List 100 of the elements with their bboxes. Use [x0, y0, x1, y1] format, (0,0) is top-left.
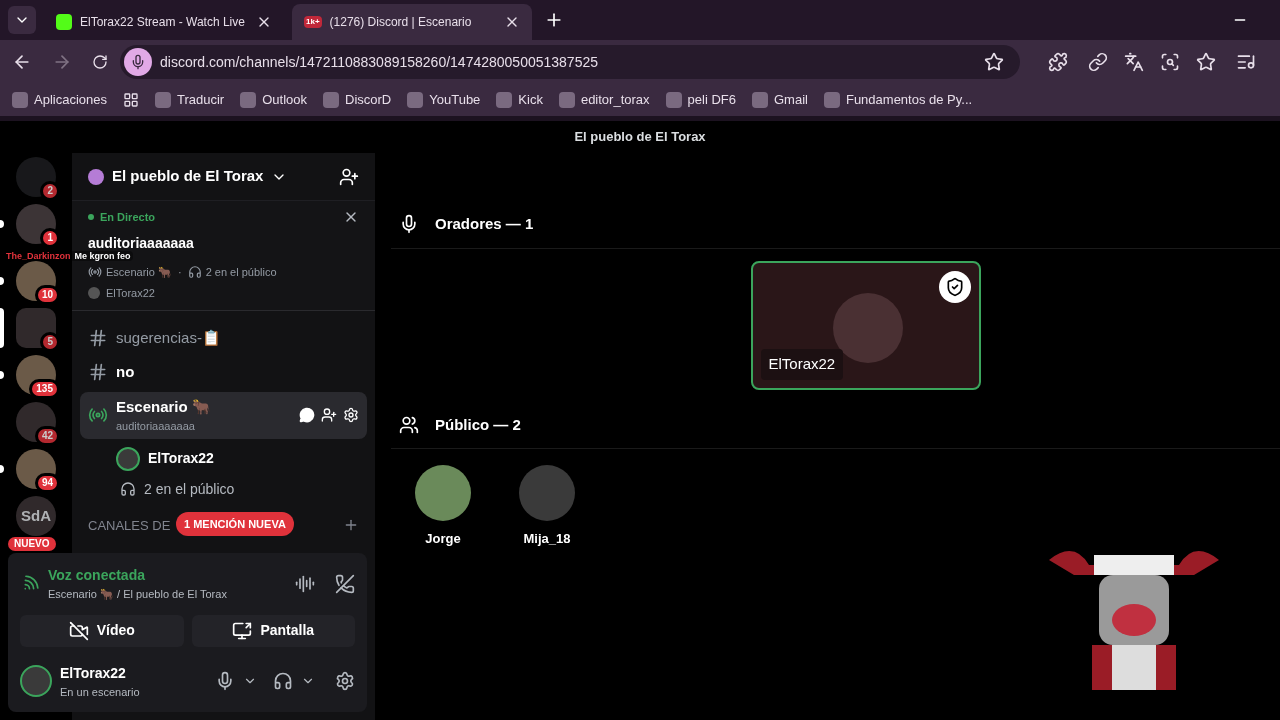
- reload-icon[interactable]: [92, 54, 108, 70]
- live-status: En Directo: [100, 210, 155, 225]
- user-status: En un escenario: [60, 684, 141, 700]
- mention-pill[interactable]: 1 MENCIÓN NUEVA: [176, 511, 294, 536]
- url-text: discord.com/channels/1472110883089158260/1474280050051387525: [160, 52, 599, 72]
- unread-count-badge: 10: [34, 285, 60, 305]
- stage-icon: [88, 264, 102, 279]
- channel-item[interactable]: Escenario 🐂 auditoriaaaaaaa: [80, 391, 367, 439]
- avatar: [116, 446, 140, 471]
- chat-message-label: Me kgron feo: [74, 251, 131, 261]
- channel-name: Escenario 🐂: [116, 396, 212, 417]
- headphones-icon: [120, 481, 136, 497]
- channel-topic: auditoriaaaaaaa: [116, 419, 196, 434]
- extensions-icon[interactable]: [1048, 52, 1068, 72]
- unread-count-badge: 1: [40, 228, 60, 248]
- separator-dot: ·: [178, 264, 182, 280]
- avatar-icon: [88, 287, 100, 300]
- unread-count-badge: 2: [40, 181, 60, 201]
- video-button[interactable]: Vídeo: [20, 614, 184, 647]
- microphone-icon: [399, 214, 419, 235]
- browser-tab[interactable]: 1k+ (1276) Discord | Escenario: [292, 4, 532, 40]
- favorites-icon[interactable]: [1196, 52, 1216, 72]
- tab-title: ElTorax22 Stream - Watch Live: [80, 14, 246, 31]
- hash-icon: [88, 362, 108, 383]
- user-name: ElTorax22: [60, 663, 127, 683]
- stage-name: Escenario 🐂: [106, 264, 172, 280]
- settings-icon[interactable]: [335, 671, 355, 692]
- bookmark-link[interactable]: Aplicaciones: [12, 90, 107, 110]
- voice-location[interactable]: Escenario 🐂 / El pueblo de El Torax: [48, 586, 287, 603]
- unread-pill: [0, 371, 4, 379]
- bookmark-link[interactable]: Kick: [496, 90, 543, 110]
- unread-count-badge: 5: [40, 332, 60, 352]
- invite-icon[interactable]: [339, 166, 359, 187]
- window-title: El pueblo de El Torax: [574, 128, 706, 147]
- server-icon[interactable]: 2: [16, 157, 56, 197]
- address-bar[interactable]: discord.com/channels/1472110883089158260/1474280050051387525: [120, 45, 1020, 79]
- invite-icon[interactable]: [321, 407, 337, 423]
- channel-item[interactable]: sugerencias-📋: [80, 322, 367, 353]
- speaker-name: ElTorax22: [760, 349, 844, 380]
- category-name[interactable]: CANALES DE: [88, 515, 171, 535]
- host-name: ElTorax22: [106, 286, 155, 301]
- section-heading: Público — 2: [435, 414, 521, 435]
- server-icon[interactable]: 5: [16, 308, 56, 348]
- media-icon[interactable]: [1236, 52, 1256, 72]
- unread-count-badge: 94: [34, 473, 60, 493]
- bookmark-star-icon[interactable]: [984, 52, 1004, 72]
- browser-tab[interactable]: ElTorax22 Stream - Watch Live: [44, 4, 284, 40]
- server-home-icon: [88, 168, 104, 185]
- screen-share-icon: [232, 620, 253, 641]
- audience-count[interactable]: 2 en el público: [144, 478, 235, 500]
- selected-pill: [0, 308, 4, 348]
- bookmark-link[interactable]: Traducir: [155, 90, 225, 110]
- stage-icon: [88, 405, 108, 425]
- unread-pill: [0, 220, 4, 228]
- audience-icon: [399, 414, 419, 435]
- member-name[interactable]: ElTorax22: [148, 448, 214, 469]
- channel-item[interactable]: no: [80, 357, 367, 388]
- lens-icon[interactable]: [1160, 52, 1180, 72]
- noise-suppression-icon[interactable]: [295, 573, 315, 594]
- section-heading: Oradores — 1: [435, 214, 534, 234]
- screen-share-button[interactable]: Pantalla: [191, 614, 355, 647]
- server-icon[interactable]: SdA: [16, 496, 56, 536]
- voice-status[interactable]: Voz conectada: [48, 565, 287, 586]
- translate-icon[interactable]: [1124, 52, 1144, 72]
- member-name[interactable]: Jorge: [425, 529, 461, 549]
- member-name[interactable]: Mija_18: [523, 529, 571, 549]
- bookmark-link[interactable]: DiscorD: [323, 90, 392, 110]
- link-icon[interactable]: [1088, 52, 1108, 72]
- chat-username-label: The_Darkinzon: [6, 251, 71, 261]
- bookmark-link[interactable]: Gmail: [752, 90, 808, 110]
- bookmark-link[interactable]: Fundamentos de Py...: [823, 90, 973, 110]
- headphones-icon[interactable]: [273, 671, 293, 692]
- tab-favicon: 1k+: [304, 16, 322, 28]
- new-pill: NUEVO: [8, 537, 56, 551]
- disconnect-icon[interactable]: [335, 573, 355, 594]
- speaker-tile[interactable]: ElTorax22: [750, 260, 981, 390]
- server-icon[interactable]: 1: [16, 204, 56, 244]
- camera-off-icon: [68, 620, 89, 641]
- unread-count-badge: 42: [34, 426, 60, 446]
- bookmark-link[interactable]: Outlook: [240, 90, 307, 110]
- tab-list-button[interactable]: [8, 6, 36, 34]
- bookmark-link[interactable]: peli DF6: [665, 90, 736, 110]
- unread-count-badge: 135: [29, 379, 60, 399]
- grid-icon[interactable]: [123, 92, 139, 108]
- bookmark-link[interactable]: editor_torax: [558, 90, 650, 110]
- server-name[interactable]: El pueblo de El Torax: [112, 165, 264, 188]
- user-avatar[interactable]: [20, 665, 52, 698]
- microphone-icon[interactable]: [215, 671, 235, 692]
- hash-icon: [88, 327, 108, 348]
- channel-name: no: [116, 362, 136, 382]
- audience-count: 2 en el público: [205, 264, 277, 280]
- moderator-icon: [938, 270, 971, 303]
- chat-icon[interactable]: [299, 407, 315, 423]
- avatar[interactable]: [415, 465, 471, 521]
- channel-name: sugerencias-📋: [116, 327, 222, 348]
- unread-pill: [0, 465, 4, 473]
- tab-favicon-icon: [56, 14, 72, 30]
- bookmark-link[interactable]: YouTube: [407, 90, 481, 110]
- headphones-icon: [187, 264, 202, 279]
- microphone-icon: [124, 48, 152, 76]
